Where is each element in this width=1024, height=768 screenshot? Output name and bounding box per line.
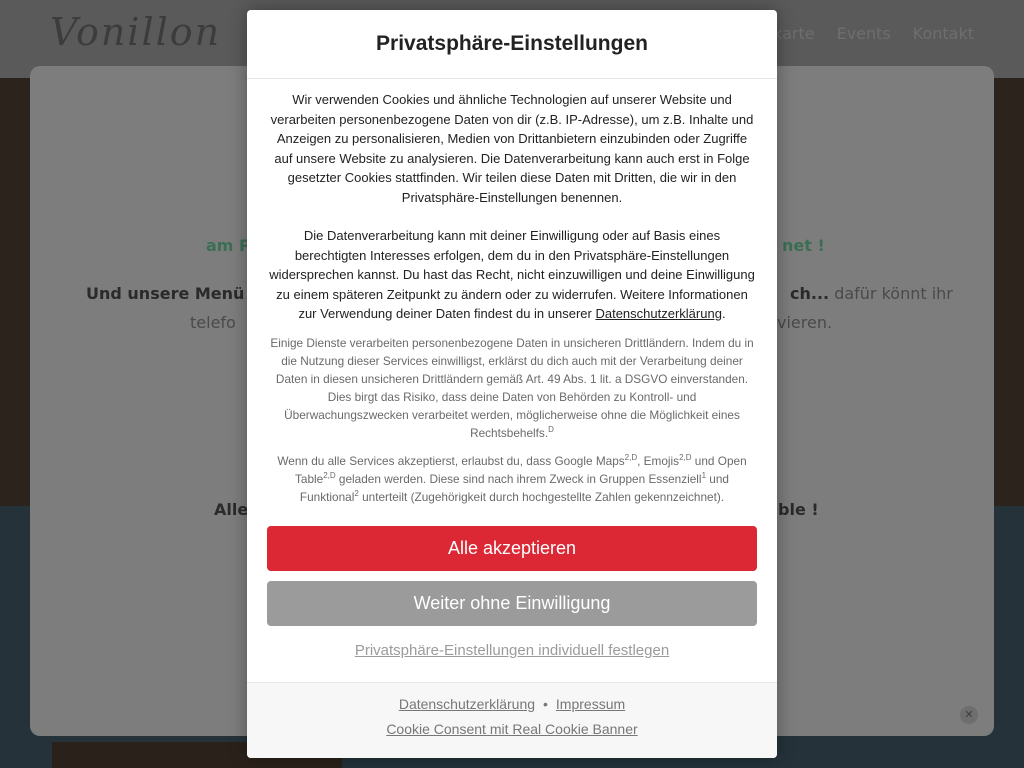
- panel-text-line3-left: telefo: [190, 313, 236, 332]
- footer-links-row: Datenschutzerklärung • Impressum: [247, 683, 777, 712]
- services-sup: 2,D: [624, 452, 638, 462]
- services-sup: 2,D: [679, 452, 692, 462]
- footer-privacy-link[interactable]: Datenschutzerklärung: [399, 696, 535, 712]
- footer-separator: •: [543, 696, 548, 712]
- dialog-footer: Datenschutzerklärung • Impressum Cookie Co…: [247, 682, 777, 758]
- panel-text-line2-left: Und unsere Menü -: [86, 284, 257, 303]
- services-text-d: geladen werden. Diese sind nach ihrem Zw…: [335, 471, 702, 486]
- legal-basis-end: .: [721, 306, 726, 321]
- intro-paragraph: Wir verwenden Cookies und ähnliche Techn…: [270, 92, 754, 205]
- services-paragraph: Wenn du alle Services akzeptierst, erlau…: [267, 452, 757, 506]
- nav-item-kontakt[interactable]: Kontakt: [913, 24, 974, 43]
- panel-text-line4-right: ble !: [778, 500, 819, 519]
- accept-all-button[interactable]: Alle akzeptieren: [267, 526, 757, 571]
- privacy-dialog: Privatsphäre-Einstellungen Wir verwenden…: [247, 10, 777, 758]
- third-country-sup: D: [548, 424, 554, 434]
- panel-text-line2-right-rest: dafür könnt ihr: [829, 284, 953, 303]
- services-text-a: Wenn du alle Services akzeptierst, erlau…: [277, 453, 625, 468]
- footer-imprint-link[interactable]: Impressum: [556, 696, 625, 712]
- site-logo[interactable]: Vonillon: [50, 10, 221, 54]
- legal-basis-paragraph: Die Datenverarbeitung kann mit deiner Ei…: [267, 226, 757, 324]
- services-sup: 2,D: [323, 470, 336, 480]
- panel-text-line2-right: ch... dafür könnt ihr: [790, 284, 953, 303]
- panel-close-icon[interactable]: ✕: [960, 706, 978, 724]
- panel-text-line1-left: am P: [206, 236, 251, 255]
- privacy-policy-link[interactable]: Datenschutzerklärung: [595, 306, 721, 321]
- third-country-text: Einige Dienste verarbeiten personenbezog…: [270, 335, 754, 440]
- footer-credit-row: Cookie Consent mit Real Cookie Banner: [247, 721, 777, 737]
- dialog-title: Privatsphäre-Einstellungen: [376, 32, 648, 55]
- services-text-b: , Emojis: [637, 453, 680, 468]
- dialog-body[interactable]: Wir verwenden Cookies und ähnliche Techn…: [267, 90, 757, 530]
- dialog-header: Privatsphäre-Einstellungen: [247, 10, 777, 79]
- continue-without-consent-button[interactable]: Weiter ohne Einwilligung: [267, 581, 757, 626]
- panel-text-line1-right: net !: [782, 236, 825, 255]
- individual-settings-link[interactable]: Privatsphäre-Einstellungen individuell f…: [247, 642, 777, 659]
- services-text-f: unterteilt (Zugehörigkeit durch hochgest…: [358, 489, 725, 504]
- third-country-paragraph: Einige Dienste verarbeiten personenbezog…: [267, 334, 757, 442]
- nav-item-events[interactable]: Events: [837, 24, 891, 43]
- panel-text-line4-left: Alle: [214, 500, 249, 519]
- panel-text-line3-right: vieren.: [777, 313, 833, 332]
- panel-text-line2-right-bold: ch...: [790, 284, 830, 303]
- footer-credit-link[interactable]: Cookie Consent mit Real Cookie Banner: [386, 721, 637, 737]
